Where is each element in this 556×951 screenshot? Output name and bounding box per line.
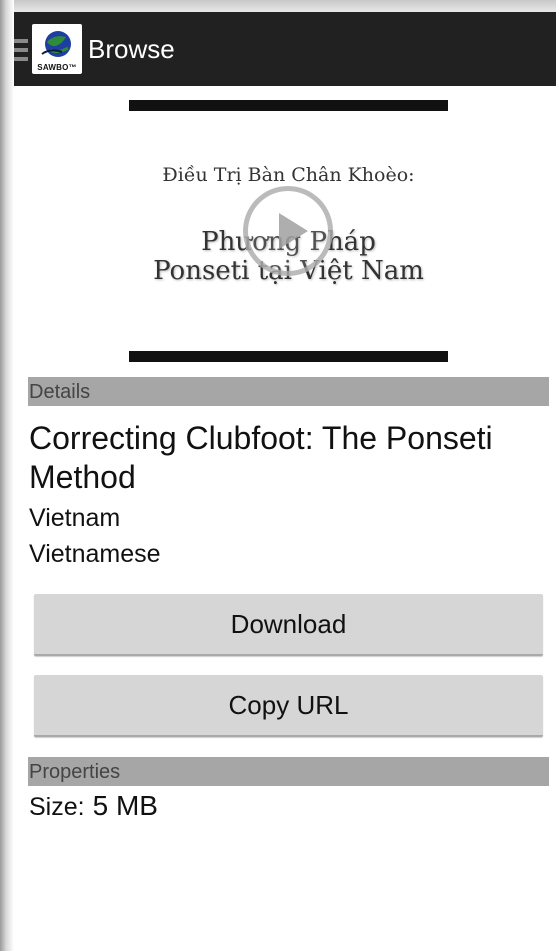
properties-header: Properties — [28, 757, 549, 786]
details-header: Details — [28, 377, 549, 406]
size-row: Size: 5 MB — [29, 790, 158, 822]
screen: SAWBO™ Browse Điều Trị Bàn Chân Khoèo: P… — [0, 0, 556, 951]
video-player[interactable]: Điều Trị Bàn Chân Khoèo: Phương Pháp Pon… — [129, 100, 448, 362]
country-text: Vietnam — [29, 504, 121, 532]
copy-url-button[interactable]: Copy URL — [34, 675, 543, 737]
status-strip — [0, 0, 556, 12]
play-icon[interactable] — [243, 186, 333, 276]
drawer-edge-shadow — [0, 0, 14, 951]
logo-text: SAWBO™ — [37, 63, 77, 72]
app-bar: SAWBO™ Browse — [0, 12, 556, 86]
video-frame-text-1: Điều Trị Bàn Chân Khoèo: — [162, 164, 415, 186]
size-value: 5 MB — [92, 790, 158, 821]
page-title: Browse — [88, 34, 175, 64]
size-label: Size: — [29, 793, 85, 821]
video-letterbox-bottom — [129, 351, 448, 362]
video-title: Correcting Clubfoot: The Ponseti Method — [29, 420, 493, 495]
video-letterbox-top — [129, 100, 448, 111]
sawbo-logo[interactable]: SAWBO™ — [32, 24, 82, 74]
language-text: Vietnamese — [29, 540, 161, 568]
download-button[interactable]: Download — [34, 594, 543, 656]
